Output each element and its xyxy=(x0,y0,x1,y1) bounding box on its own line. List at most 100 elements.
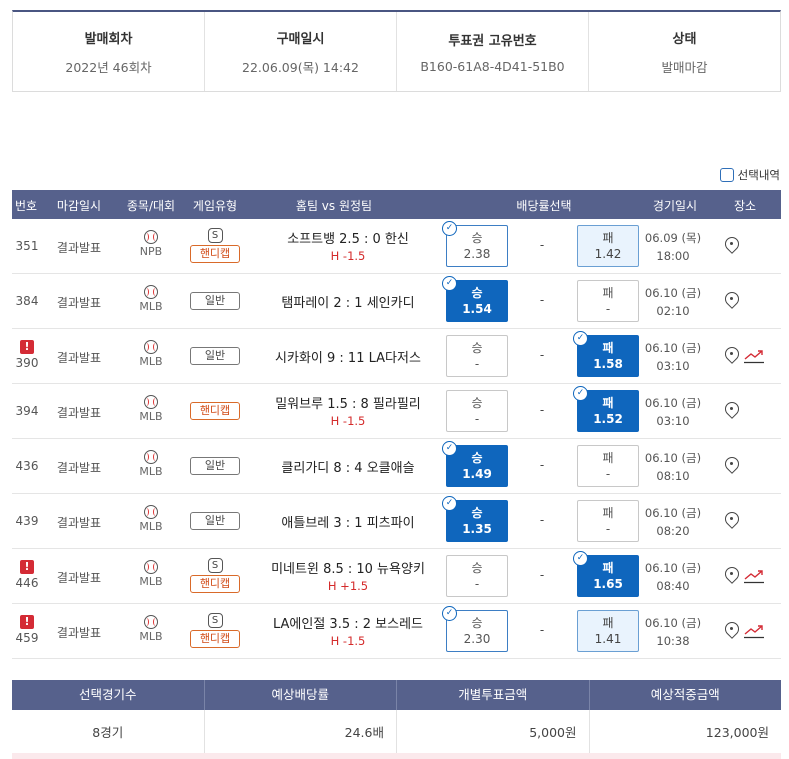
location-pin-icon[interactable] xyxy=(724,346,740,366)
odds-lose-value: - xyxy=(605,467,611,481)
odds-win-button[interactable]: ✓ 승 2.30 xyxy=(442,606,508,652)
info-round: 발매회차 2022년 46회차 xyxy=(13,12,205,91)
odds-win-button[interactable]: ✓ 승 1.35 xyxy=(442,496,508,542)
odds-lose-label: 패 xyxy=(602,616,614,630)
info-status: 상태 발매마감 xyxy=(589,12,780,91)
row-sport: MLB xyxy=(136,285,166,313)
odds-win-button[interactable]: ✓ 승 1.49 xyxy=(442,441,508,487)
odds-win-value: - xyxy=(474,357,480,371)
odds-lose-button[interactable]: ✓ 패 1.65 xyxy=(573,551,639,597)
odds-lose-button[interactable]: 패 1.42 xyxy=(577,225,639,267)
row-datetime: 06.10 (금) 03:10 xyxy=(644,394,702,430)
row-match: 시카화이 9 : 11 LA다저스 xyxy=(248,347,448,366)
location-pin-icon[interactable] xyxy=(724,291,740,311)
row-datetime: 06.09 (목) 18:00 xyxy=(644,229,702,265)
row-number-text: 439 xyxy=(15,514,39,528)
row-deadline: 결과발표 xyxy=(56,406,102,420)
row-match: LA에인절 3.5 : 2 보스레드 H -1.5 xyxy=(248,613,448,648)
odds-lose-button[interactable]: ✓ 패 1.52 xyxy=(573,386,639,432)
odds-lose-button[interactable]: 패 1.41 xyxy=(577,610,639,652)
game-type-tag: 일반 xyxy=(190,457,240,475)
trend-chart-icon[interactable] xyxy=(743,568,765,584)
alert-icon[interactable]: ! xyxy=(20,615,34,629)
odds-lose-label: 패 xyxy=(602,561,614,575)
game-type-tag: 핸디캡 xyxy=(190,402,240,420)
odds-draw: - xyxy=(539,623,545,637)
odds-lose-button[interactable]: 패 - xyxy=(577,280,639,322)
odds-lose-button[interactable]: 패 - xyxy=(577,445,639,487)
info-status-value: 발매마감 xyxy=(661,59,708,75)
row-league: MLB xyxy=(139,520,163,533)
row-deadline: 결과발표 xyxy=(56,351,102,365)
odds-win-label: 승 xyxy=(471,341,483,355)
row-game-type: S 핸디캡 xyxy=(190,558,240,593)
location-pin-icon[interactable] xyxy=(724,566,740,586)
row-place xyxy=(724,456,774,476)
odds-lose-label: 패 xyxy=(602,286,614,300)
header-sport: 종목/대회 xyxy=(126,199,176,213)
row-time: 02:10 xyxy=(656,304,690,318)
row-datetime: 06.10 (금) 08:10 xyxy=(644,449,702,485)
row-date: 06.10 (금) xyxy=(644,506,702,520)
row-league: MLB xyxy=(139,300,163,313)
selection-legend: 선택내역 xyxy=(719,167,780,183)
odds-win-button[interactable]: ✓ 승 1.54 xyxy=(442,276,508,322)
odds-lose-button[interactable]: 패 - xyxy=(577,500,639,542)
row-deadline: 결과발표 xyxy=(56,296,102,310)
game-type-tag: 일반 xyxy=(190,347,240,365)
check-icon: ✓ xyxy=(442,606,457,621)
info-purchase-time-value: 22.06.09(목) 14:42 xyxy=(242,59,359,75)
row-deadline: 결과발표 xyxy=(56,516,102,530)
odds-win-value: 2.38 xyxy=(463,247,491,261)
odds-lose-button[interactable]: ✓ 패 1.58 xyxy=(573,331,639,377)
check-icon: ✓ xyxy=(442,276,457,291)
location-pin-icon[interactable] xyxy=(724,236,740,256)
row-number-text: 446 xyxy=(15,576,39,590)
trend-chart-icon[interactable] xyxy=(743,348,765,364)
info-purchase-time: 구매일시 22.06.09(목) 14:42 xyxy=(205,12,397,91)
alert-icon[interactable]: ! xyxy=(20,560,34,574)
info-round-label: 발매회차 xyxy=(84,31,133,47)
location-pin-icon[interactable] xyxy=(724,456,740,476)
summary-stake-value: 5,000원 xyxy=(397,710,590,755)
summary-header-odds: 예상배당률 xyxy=(205,680,397,710)
game-type-tag: 일반 xyxy=(190,512,240,530)
row-league: MLB xyxy=(139,355,163,368)
odds-win-value: 1.54 xyxy=(462,302,492,316)
check-icon: ✓ xyxy=(442,441,457,456)
check-icon: ✓ xyxy=(573,551,588,566)
row-time: 08:20 xyxy=(656,524,690,538)
row-time: 08:40 xyxy=(656,579,690,593)
table-row: ! 390 결과발표 MLB 일반 시카화이 9 : 11 LA다저스 승 - … xyxy=(12,329,781,384)
header-deadline: 마감일시 xyxy=(56,199,102,213)
odds-lose-value: - xyxy=(605,522,611,536)
row-league: MLB xyxy=(139,575,163,588)
match-teams: LA에인절 3.5 : 2 보스레드 xyxy=(272,617,423,632)
check-icon: ✓ xyxy=(442,221,457,236)
baseball-icon xyxy=(144,230,158,244)
row-time: 10:38 xyxy=(656,634,690,648)
row-match: 애틀브레 3 : 1 피츠파이 xyxy=(248,512,448,531)
odds-win-button[interactable]: 승 - xyxy=(446,390,508,432)
row-sport: MLB xyxy=(136,615,166,643)
summary-header-stake: 개별투표금액 xyxy=(397,680,590,710)
odds-win-label: 승 xyxy=(471,231,483,245)
row-time: 03:10 xyxy=(656,414,690,428)
odds-win-button[interactable]: ✓ 승 2.38 xyxy=(442,221,508,267)
row-place xyxy=(724,511,774,531)
row-league: NPB xyxy=(139,245,163,258)
baseball-icon xyxy=(144,340,158,354)
odds-win-button[interactable]: 승 - xyxy=(446,555,508,597)
selection-legend-swatch xyxy=(719,168,734,182)
location-pin-icon[interactable] xyxy=(724,511,740,531)
location-pin-icon[interactable] xyxy=(724,401,740,421)
info-ticket-id: 투표권 고유번호 B160-61A8-4D41-51B0 xyxy=(397,12,589,91)
row-sport: MLB xyxy=(136,340,166,368)
trend-chart-icon[interactable] xyxy=(743,623,765,639)
odds-win-button[interactable]: 승 - xyxy=(446,335,508,377)
row-game-type: S 핸디캡 xyxy=(190,613,240,648)
info-status-label: 상태 xyxy=(672,31,697,47)
alert-icon[interactable]: ! xyxy=(20,340,34,354)
location-pin-icon[interactable] xyxy=(724,621,740,641)
row-datetime: 06.10 (금) 10:38 xyxy=(644,614,702,650)
